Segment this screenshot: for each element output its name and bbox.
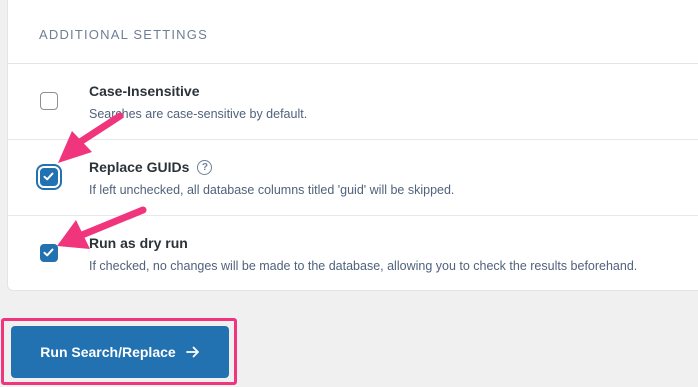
checkmark-icon bbox=[43, 248, 54, 257]
section-title: ADDITIONAL SETTINGS bbox=[8, 0, 698, 64]
case-insensitive-checkbox[interactable] bbox=[40, 92, 58, 110]
question-circle-icon[interactable]: ? bbox=[197, 159, 213, 175]
option-case-insensitive: Case-Insensitive Searches are case-sensi… bbox=[8, 64, 698, 140]
option-description: If checked, no changes will be made to t… bbox=[89, 259, 638, 273]
run-search-replace-button[interactable]: Run Search/Replace bbox=[11, 326, 229, 378]
option-label: Run as dry run bbox=[89, 235, 188, 251]
arrow-right-icon bbox=[185, 346, 200, 358]
option-replace-guids: Replace GUIDs ? If left unchecked, all d… bbox=[8, 140, 698, 216]
option-label: Replace GUIDs ? bbox=[89, 159, 213, 175]
option-description: Searches are case-sensitive by default. bbox=[89, 107, 308, 121]
dry-run-checkbox[interactable] bbox=[40, 244, 58, 262]
option-dry-run: Run as dry run If checked, no changes wi… bbox=[8, 216, 698, 292]
additional-settings-panel: ADDITIONAL SETTINGS Case-Insensitive Sea… bbox=[7, 0, 698, 291]
option-label: Case-Insensitive bbox=[89, 83, 200, 99]
option-description: If left unchecked, all database columns … bbox=[89, 183, 455, 197]
replace-guids-checkbox[interactable] bbox=[40, 168, 58, 186]
checkmark-icon bbox=[43, 172, 54, 181]
